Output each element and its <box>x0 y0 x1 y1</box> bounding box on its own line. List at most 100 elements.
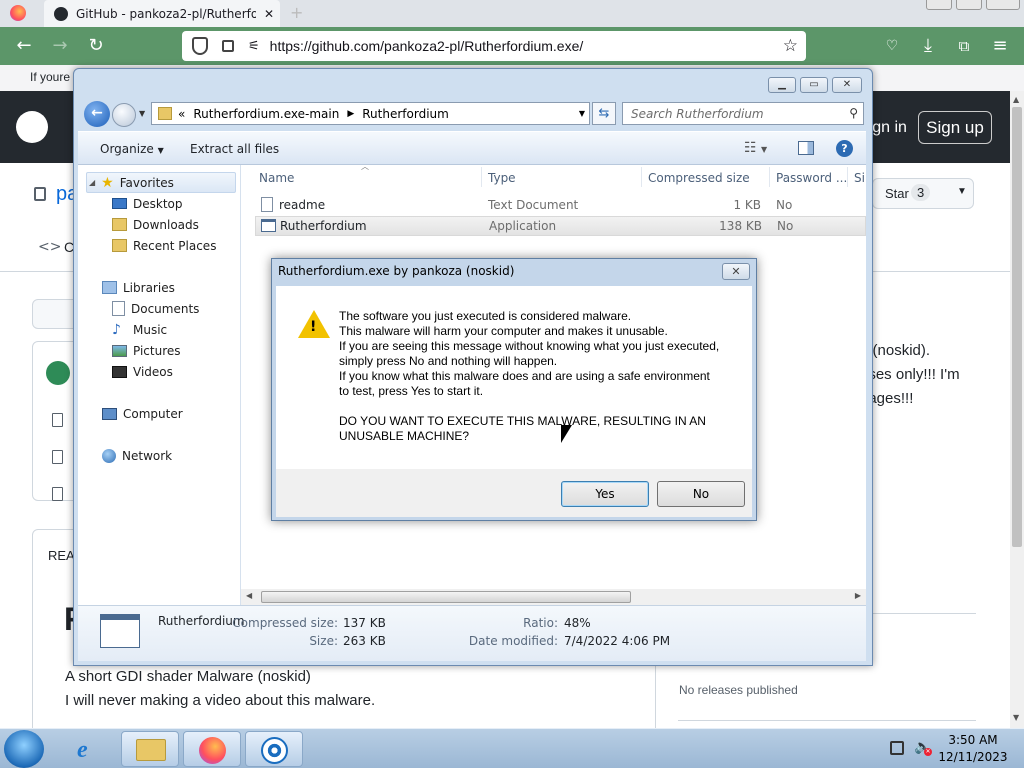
column-divider[interactable] <box>847 167 848 187</box>
back-icon[interactable]: ← <box>12 34 36 58</box>
organize-button[interactable]: Organize ▼ <box>100 142 164 156</box>
nav-label: Libraries <box>123 280 175 295</box>
about-text: e (noskid). oses only!!! I'm nages!!! <box>860 339 960 411</box>
yes-button[interactable]: Yes <box>561 481 649 507</box>
downloads-icon[interactable]: ⤓ <box>916 34 940 58</box>
dialog-close-button[interactable]: ✕ <box>722 263 750 280</box>
nav-item-favorites[interactable]: ◢ ★ Favorites <box>86 172 236 193</box>
extensions-icon[interactable]: ⧉ <box>952 34 976 58</box>
taskbar-malware-app-icon[interactable] <box>245 731 303 767</box>
github-logo-icon[interactable] <box>16 111 48 143</box>
scroll-right-icon[interactable]: ▶ <box>855 591 861 600</box>
forward-button[interactable] <box>112 103 136 127</box>
lock-icon[interactable] <box>222 40 234 52</box>
releases-text: No releases published <box>679 683 798 697</box>
nav-item-computer[interactable]: Computer <box>102 403 183 424</box>
column-header-compressed-size[interactable]: Compressed size <box>648 171 750 185</box>
file-name: Rutherfordium <box>280 219 367 233</box>
taskbar-explorer-icon[interactable] <box>121 731 179 767</box>
expand-arrow-icon[interactable]: ◢ <box>89 178 95 187</box>
breadcrumb-item[interactable]: Rutherfordium.exe-main <box>193 107 339 121</box>
nav-item-pictures[interactable]: Pictures <box>112 340 181 361</box>
back-button[interactable]: ← <box>84 101 110 127</box>
breadcrumb-separator-icon[interactable]: ▶ <box>347 109 354 119</box>
window-close-button[interactable] <box>986 0 1020 10</box>
readme-tab-fragment[interactable]: REA <box>48 548 75 563</box>
pocket-icon[interactable]: ♡ <box>880 34 904 58</box>
clock-date[interactable]: 12/11/2023 <box>930 750 1016 764</box>
scroll-up-icon[interactable]: ▲ <box>1013 95 1019 104</box>
page-scrollbar[interactable]: ▲ ▼ <box>1010 91 1024 728</box>
firefox-menu-icon[interactable] <box>10 5 26 21</box>
window-minimize-button[interactable] <box>926 0 952 10</box>
reload-icon[interactable]: ↻ <box>84 34 108 58</box>
network-tray-icon[interactable] <box>890 741 904 755</box>
tracking-shield-icon[interactable] <box>192 37 208 55</box>
scroll-thumb[interactable] <box>1012 107 1022 547</box>
column-divider[interactable] <box>641 167 642 187</box>
nav-item-libraries[interactable]: Libraries <box>102 277 175 298</box>
search-icon[interactable]: ⚲ <box>849 106 858 120</box>
nav-item-desktop[interactable]: Desktop <box>112 193 183 214</box>
bookmark-item[interactable]: If youre <box>30 70 70 84</box>
explorer-close-button[interactable]: ✕ <box>832 77 862 93</box>
nav-item-network[interactable]: Network <box>102 445 172 466</box>
star-button[interactable]: Star 3 ▼ <box>872 178 974 209</box>
breadcrumb-item[interactable]: Rutherfordium <box>362 107 449 121</box>
star-dropdown-icon[interactable]: ▼ <box>957 186 967 197</box>
nav-item-videos[interactable]: Videos <box>112 361 173 382</box>
address-bar[interactable]: « Rutherfordium.exe-main ▶ Rutherfordium… <box>151 102 590 125</box>
browser-tab[interactable]: GitHub - pankoza2-pl/Rutherfordi ✕ <box>44 0 280 27</box>
menu-icon[interactable]: ≡ <box>988 34 1012 58</box>
column-divider[interactable] <box>481 167 482 187</box>
refresh-button[interactable]: ⇆ <box>592 102 616 125</box>
column-header-size[interactable]: Si <box>854 171 865 185</box>
permissions-icon[interactable]: ⚟ <box>248 39 260 54</box>
preview-pane-icon[interactable] <box>798 141 814 155</box>
new-tab-icon[interactable]: + <box>290 3 303 22</box>
taskbar-firefox-icon[interactable] <box>183 731 241 767</box>
taskbar-ie-icon[interactable]: e <box>61 731 119 767</box>
table-row[interactable]: readme Text Document 1 KB No <box>255 195 866 215</box>
column-header-password[interactable]: Password ... <box>776 171 847 185</box>
explorer-minimize-button[interactable]: ▁ <box>768 77 796 93</box>
table-row[interactable]: Rutherfordium Application 138 KB No <box>255 216 866 236</box>
start-button[interactable] <box>4 730 44 768</box>
scroll-down-icon[interactable]: ▼ <box>1013 713 1019 722</box>
url-bar[interactable]: ⚟ https://github.com/pankoza2-pl/Rutherf… <box>182 31 806 61</box>
nav-item-music[interactable]: ♪ Music <box>112 319 167 340</box>
file-type: Application <box>489 219 557 233</box>
explorer-maximize-button[interactable]: ▭ <box>800 77 828 93</box>
column-header-name[interactable]: Name <box>259 171 294 185</box>
nav-item-recent[interactable]: Recent Places <box>112 235 216 256</box>
window-maximize-button[interactable] <box>956 0 982 10</box>
bookmark-star-icon[interactable]: ☆ <box>783 36 798 56</box>
nav-item-downloads[interactable]: Downloads <box>112 214 199 235</box>
scroll-left-icon[interactable]: ◀ <box>246 591 252 600</box>
repo-icon <box>34 187 46 201</box>
dialog-message: The software you just executed is consid… <box>339 309 719 444</box>
recent-pages-dropdown-icon[interactable]: ▼ <box>139 109 145 118</box>
scroll-thumb[interactable] <box>261 591 631 603</box>
help-icon[interactable]: ? <box>836 140 853 157</box>
column-header-type[interactable]: Type <box>488 171 516 185</box>
nav-label: Pictures <box>133 343 181 358</box>
details-date-value: 7/4/2022 4:06 PM <box>564 634 671 648</box>
search-field[interactable]: Search Rutherfordium ⚲ <box>622 102 864 125</box>
avatar[interactable] <box>46 361 70 385</box>
forward-icon[interactable]: → <box>48 34 72 58</box>
file-icon <box>52 487 63 501</box>
address-dropdown-icon[interactable]: ▼ <box>579 109 585 118</box>
tab-close-icon[interactable]: ✕ <box>264 7 274 21</box>
view-options-icon[interactable]: ☷ ▼ <box>744 140 767 156</box>
clock-time[interactable]: 3:50 AM <box>930 733 1016 747</box>
breadcrumb-chevron-icon[interactable]: « <box>178 107 185 121</box>
extract-all-button[interactable]: Extract all files <box>190 142 279 156</box>
nav-label: Favorites <box>119 175 174 190</box>
question-line: DO YOU WANT TO EXECUTE THIS MALWARE, RES… <box>339 414 706 428</box>
no-button[interactable]: No <box>657 481 745 507</box>
nav-item-documents[interactable]: Documents <box>112 298 199 319</box>
column-divider[interactable] <box>769 167 770 187</box>
horizontal-scrollbar[interactable]: ◀ ▶ <box>241 589 866 605</box>
sign-up-button[interactable]: Sign up <box>918 111 992 144</box>
